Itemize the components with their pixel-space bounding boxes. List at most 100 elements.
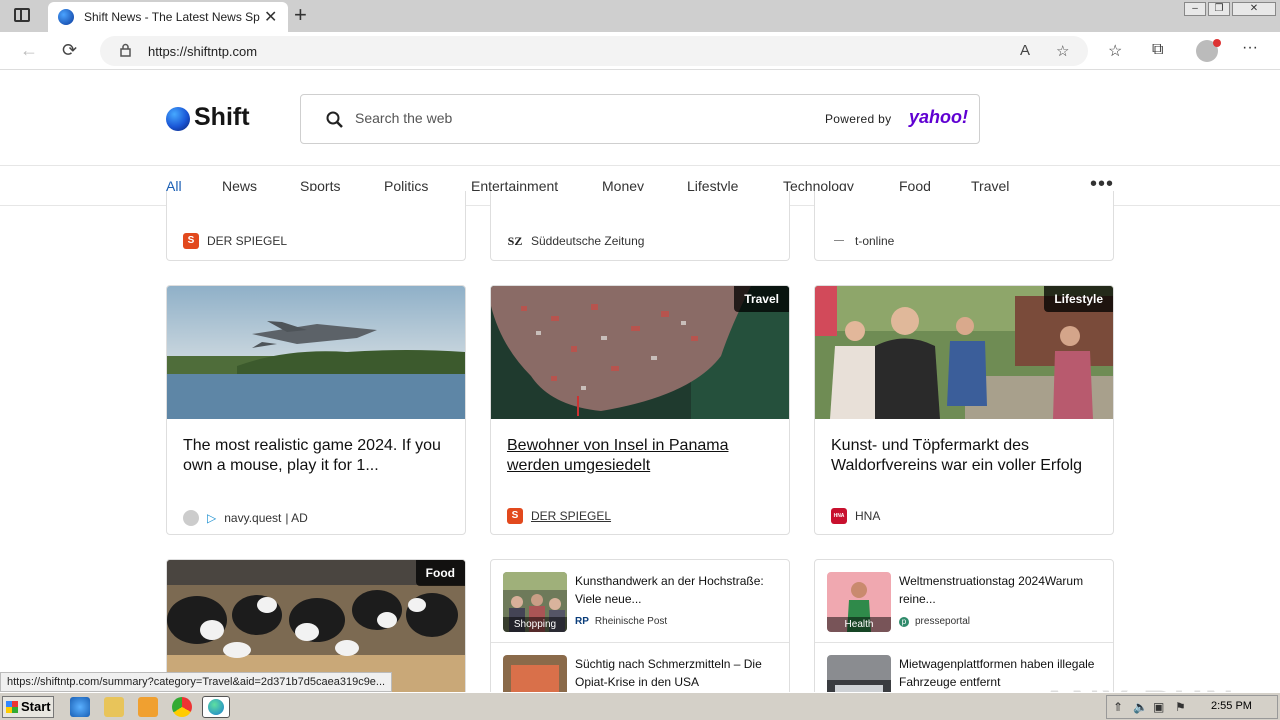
edge-icon [208,699,224,715]
clock[interactable]: 2:55 PM [1211,700,1252,712]
card-image-jet [167,286,465,419]
source-row: ▷ navy.quest | AD [183,510,308,526]
hna-logo-icon: HNA [831,508,847,524]
source-name: Süddeutsche Zeitung [531,234,645,248]
favorites-icon[interactable]: ☆ [1108,41,1122,61]
anyrun-watermark: ANY RUN [1040,683,1236,692]
source-name: presseportal [915,616,971,627]
settings-more-icon[interactable]: ··· [1242,39,1258,57]
status-url: https://shiftntp.com/summary?category=Tr… [0,672,393,692]
spiegel-logo-icon: S [507,508,523,524]
browser-tab[interactable]: Shift News - The Latest News Sports ✕ [48,2,288,32]
search-box[interactable]: Powered by yahoo! [300,94,980,144]
list-item-category: Shopping [503,617,567,632]
powered-by-label: Powered by [825,112,892,126]
divider [815,642,1113,643]
taskbar: Start ⇑ 🔈 ▣ ⚑ 2:55 PM [0,692,1280,720]
news-card-ad[interactable]: The most realistic game 2024. If you own… [166,285,466,535]
tab-close-icon[interactable]: ✕ [264,7,277,27]
card-headline[interactable]: Kunst- und Töpfermarkt des Waldorfverein… [831,436,1097,476]
folder-icon[interactable] [104,697,124,717]
browser-tab-bar: Shift News - The Latest News Sports ✕ + … [0,0,1280,32]
source-row: S DER SPIEGEL [183,233,287,249]
search-icon[interactable] [325,110,345,130]
add-favorite-icon[interactable]: ☆ [1056,42,1069,60]
yahoo-logo: yahoo! [909,107,969,127]
divider [491,642,789,643]
windows-logo-icon [6,701,18,713]
ie-icon[interactable] [70,697,90,717]
minimize-button[interactable]: – [1184,2,1206,16]
list-item-title[interactable]: Kunsthandwerk an der Hochstraße: Viele n… [575,572,775,608]
read-aloud-icon[interactable]: A [1020,42,1030,59]
reload-icon[interactable]: ⟳ [62,40,77,61]
list-item-thumbnail: Health [827,572,891,632]
list-item[interactable]: Süchtig nach Schmerzmitteln – Die Opiat-… [503,655,773,692]
card-headline[interactable]: The most realistic game 2024. If you own… [183,436,449,476]
start-button[interactable]: Start [2,696,54,718]
list-item-title[interactable]: Süchtig nach Schmerzmitteln – Die Opiat-… [575,655,775,691]
spiegel-logo-icon: S [183,233,199,249]
source-name: t-online [855,234,895,248]
list-item[interactable]: Health Weltmenstruationstag 2024Warum re… [827,572,1097,636]
flag-icon[interactable]: ⚑ [1175,700,1186,714]
url-field[interactable]: https://shiftntp.com A ☆ [100,36,1088,66]
news-card[interactable]: Travel Bewohner von Insel in Panama werd… [490,285,790,535]
show-hidden-icons-icon[interactable]: ⇑ [1113,700,1123,714]
news-list-card: Shopping Kunsthandwerk an der Hochstraße… [490,559,790,692]
back-icon[interactable]: ← [20,40,38,61]
shift-logo-icon[interactable] [166,107,190,131]
restore-button[interactable]: ❐ [1208,2,1230,16]
ad-label: | AD [285,511,308,525]
network-icon[interactable]: ▣ [1153,700,1164,714]
system-tray: ⇑ 🔈 ▣ ⚑ 2:55 PM [1106,695,1278,719]
chrome-icon[interactable] [172,697,192,717]
source-row: S DER SPIEGEL [507,508,611,524]
source-row: — t-online [831,233,894,249]
list-item-thumbnail [827,655,891,692]
source-name: DER SPIEGEL [207,234,288,248]
url-text: https://shiftntp.com [148,44,258,59]
profile-avatar[interactable] [1196,39,1221,62]
source-name: Rheinische Post [594,616,668,627]
new-tab-button[interactable]: + [294,2,307,28]
start-label: Start [21,699,51,714]
close-window-button[interactable]: ✕ [1232,2,1276,16]
navy-quest-logo-icon [183,510,199,526]
presseportal-logo-icon: p [899,616,909,627]
edge-taskbar-button[interactable] [202,696,230,718]
category-tag: Food [415,560,465,586]
rp-logo-icon: RP [575,616,589,627]
source-name[interactable]: DER SPIEGEL [531,509,611,523]
news-card[interactable]: SZ Süddeutsche Zeitung [490,191,790,261]
t-online-logo-icon: — [834,235,844,246]
volume-icon[interactable]: 🔈 [1133,700,1148,714]
address-bar: ← ⟳ https://shiftntp.com A ☆ ☆ ⧉ ··· [0,32,1280,70]
news-card[interactable]: — t-online [814,191,1114,261]
site-logo[interactable]: Shift [194,103,250,132]
search-input[interactable] [355,110,755,126]
news-list-card: Health Weltmenstruationstag 2024Warum re… [814,559,1114,692]
source-row: RP Rheinische Post [575,616,667,627]
source-row: HNA HNA [831,508,880,524]
category-tag: Lifestyle [1044,286,1113,312]
adchoices-icon[interactable]: ▷ [207,511,216,525]
list-item-title[interactable]: Weltmenstruationstag 2024Warum reine... [899,572,1099,608]
source-name: HNA [855,509,881,523]
lock-icon[interactable] [120,43,131,57]
site-header: Shift Powered by yahoo! [0,71,1280,166]
shift-favicon-icon [58,9,74,25]
media-player-icon[interactable] [138,697,158,717]
news-card[interactable]: Lifestyle Kunst- und Töpfermarkt des Wal… [814,285,1114,535]
category-tag: Travel [734,286,789,312]
sz-logo-icon: SZ [507,234,523,248]
list-item-thumbnail: Shopping [503,572,567,632]
tab-actions-icon[interactable] [14,8,30,22]
news-card[interactable]: S DER SPIEGEL [166,191,466,261]
tab-title: Shift News - The Latest News Sports [84,10,260,24]
source-row: SZ Süddeutsche Zeitung [507,233,645,249]
list-item-thumbnail [503,655,567,692]
collections-icon[interactable]: ⧉ [1152,41,1163,59]
card-headline[interactable]: Bewohner von Insel in Panama werden umge… [507,436,773,476]
list-item[interactable]: Shopping Kunsthandwerk an der Hochstraße… [503,572,773,636]
